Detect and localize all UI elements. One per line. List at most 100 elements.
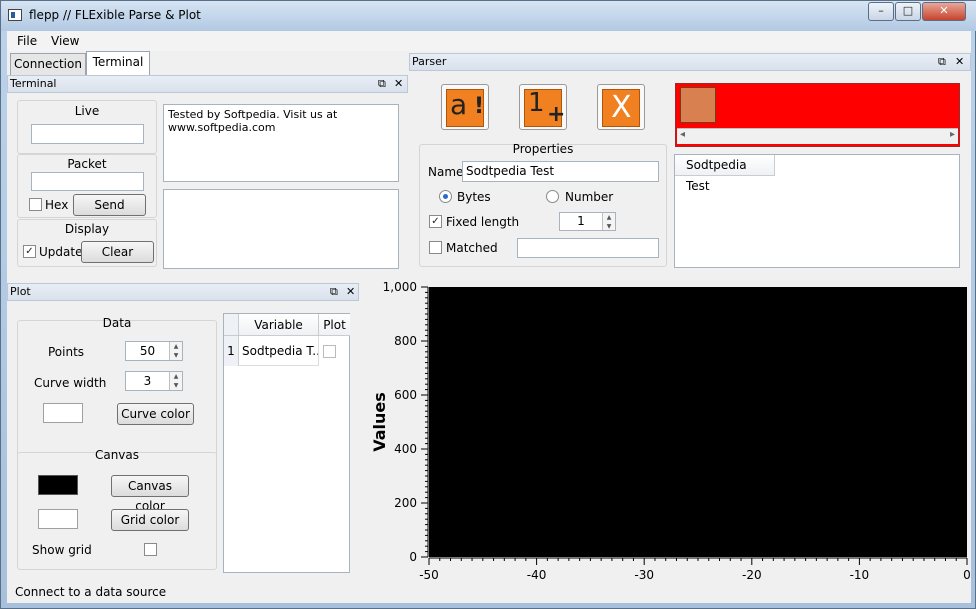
sequence-scrollbar[interactable]: ◂ ▸ [677, 128, 958, 144]
curve-width-value: 3 [143, 374, 152, 388]
y-tick-label: 800 [394, 334, 417, 348]
spinner-arrows-icon[interactable]: ▲ ▼ [602, 213, 615, 230]
packet-group-title: Packet [67, 157, 107, 171]
properties-group: Properties Name Sodtpedia Test Bytes Num… [419, 142, 667, 267]
parser-sequence-view[interactable]: ◂ ▸ [675, 83, 960, 147]
grid-color-swatch[interactable] [38, 509, 78, 529]
app-window: flepp // FLExible Parse & Plot – □ ✕ Fil… [0, 0, 976, 609]
x-tick-label: -50 [419, 568, 439, 582]
parser-variable-list[interactable]: Sodtpedia Test [674, 154, 960, 268]
curve-color-button[interactable]: Curve color [117, 403, 194, 425]
live-field[interactable] [31, 124, 144, 144]
close-icon[interactable]: ✕ [955, 54, 964, 70]
show-grid-label: Show grid [32, 543, 92, 557]
fixed-length-label: Fixed length [446, 215, 520, 229]
scroll-left-arrow[interactable]: ◂ [680, 129, 685, 140]
maximize-button[interactable]: □ [895, 2, 921, 21]
x-tick-label: -40 [527, 568, 547, 582]
y-tick-label: 600 [394, 388, 417, 402]
insert-number-tool-button[interactable]: 1 + [519, 84, 567, 130]
points-spinner[interactable]: 50 ▲ ▼ [125, 341, 183, 361]
points-value: 50 [139, 344, 156, 358]
spinner-arrows-icon[interactable]: ▲ ▼ [169, 342, 182, 360]
name-field[interactable]: Sodtpedia Test [462, 161, 659, 182]
terminal-input[interactable] [163, 189, 399, 269]
x-tick-label: -10 [850, 568, 870, 582]
delete-tool-button[interactable]: X [597, 84, 645, 130]
packet-group: Packet Hex Send [17, 154, 157, 218]
matched-label: Matched [446, 241, 498, 255]
fixed-length-spinner[interactable]: 1 ▲ ▼ [559, 212, 616, 231]
tab-terminal[interactable]: Terminal [86, 51, 150, 75]
fixed-length-checkbox[interactable]: ✓ [429, 215, 442, 228]
menu-bar: File View [7, 31, 971, 51]
delete-icon: X [602, 89, 640, 127]
curve-width-spinner[interactable]: 3 ▲ ▼ [125, 371, 183, 391]
terminal-output[interactable]: Tested by Softpedia. Visit us at www.sof… [163, 104, 399, 182]
display-group-title: Display [64, 222, 110, 236]
hex-label: Hex [45, 198, 69, 212]
canvas-color-swatch[interactable] [38, 475, 78, 495]
insert-number-icon: 1 + [524, 88, 565, 127]
x-tick-label: -20 [742, 568, 762, 582]
curve-color-swatch[interactable] [43, 403, 83, 423]
live-group: Live [17, 100, 157, 154]
sequence-text-item-icon[interactable] [680, 87, 716, 123]
spinner-arrows-icon[interactable]: ▲ ▼ [169, 372, 182, 390]
variable-table[interactable]: Variable Plot 1 Sodtpedia T... [223, 313, 350, 573]
x-tick-label: 0 [963, 568, 971, 582]
bytes-radio[interactable] [439, 190, 452, 203]
col-plot[interactable]: Plot [319, 314, 350, 336]
insert-text-tool-button[interactable]: a! [441, 84, 489, 130]
tab-connection[interactable]: Connection [10, 53, 86, 75]
insert-text-icon: a! [446, 88, 484, 127]
y-tick-label: 1,000 [383, 280, 417, 294]
y-tick-label: 0 [409, 550, 417, 564]
close-window-button[interactable]: ✕ [922, 2, 966, 21]
float-icon[interactable]: ⧉ [378, 76, 386, 92]
terminal-panel-header: Terminal ⧉ ✕ [7, 75, 408, 93]
table-corner [224, 314, 239, 336]
hex-checkbox[interactable] [29, 198, 42, 211]
packet-field[interactable] [31, 172, 144, 191]
menu-file[interactable]: File [17, 34, 37, 48]
parser-panel-title: Parser [412, 55, 447, 68]
client-area: File View Connection Terminal Terminal ⧉… [7, 31, 971, 603]
title-bar[interactable]: flepp // FLExible Parse & Plot – □ ✕ [1, 1, 976, 31]
update-label: Update [39, 245, 83, 259]
table-cell-variable[interactable]: Sodtpedia T... [239, 336, 319, 366]
display-group: Display ✓ Update Clear [17, 219, 157, 267]
float-icon[interactable]: ⧉ [938, 54, 946, 70]
plot-row-checkbox[interactable] [323, 345, 336, 358]
data-group-title: Data [102, 316, 132, 330]
minimize-button[interactable]: – [868, 2, 894, 21]
matched-field[interactable] [517, 238, 659, 258]
fixed-length-value: 1 [577, 214, 585, 228]
canvas-color-button[interactable]: Canvas color [111, 475, 189, 513]
update-checkbox[interactable]: ✓ [23, 245, 36, 258]
properties-group-title: Properties [512, 142, 574, 156]
canvas-group-title: Canvas [94, 448, 140, 462]
number-radio[interactable] [546, 190, 559, 203]
plot-panel-header: Plot ⧉ ✕ [7, 283, 359, 301]
grid-color-button[interactable]: Grid color [111, 509, 189, 531]
clear-button[interactable]: Clear [81, 241, 154, 263]
list-header[interactable]: Sodtpedia Test [675, 155, 775, 193]
show-grid-checkbox[interactable] [144, 543, 157, 556]
matched-checkbox[interactable] [429, 241, 442, 254]
x-tick-label: -30 [634, 568, 654, 582]
scroll-right-arrow[interactable]: ▸ [950, 129, 955, 140]
plot-chart[interactable]: 1,0008006004002000-50 -40 -30 -20 -10 0Values [347, 278, 971, 590]
col-variable[interactable]: Variable [239, 314, 319, 336]
y-tick-label: 400 [394, 442, 417, 456]
send-button[interactable]: Send [73, 194, 146, 216]
y-axis-label: Values [370, 392, 389, 452]
window-app-icon [8, 9, 22, 21]
close-icon[interactable]: ✕ [394, 76, 403, 92]
canvas-group: Canvas Canvas color Grid color Show grid [17, 448, 217, 570]
float-icon[interactable]: ⧉ [330, 284, 338, 300]
parser-panel-header: Parser ⧉ ✕ [409, 53, 971, 71]
menu-view[interactable]: View [51, 34, 79, 48]
live-group-title: Live [74, 104, 100, 118]
status-bar-text: Connect to a data source [15, 585, 167, 599]
